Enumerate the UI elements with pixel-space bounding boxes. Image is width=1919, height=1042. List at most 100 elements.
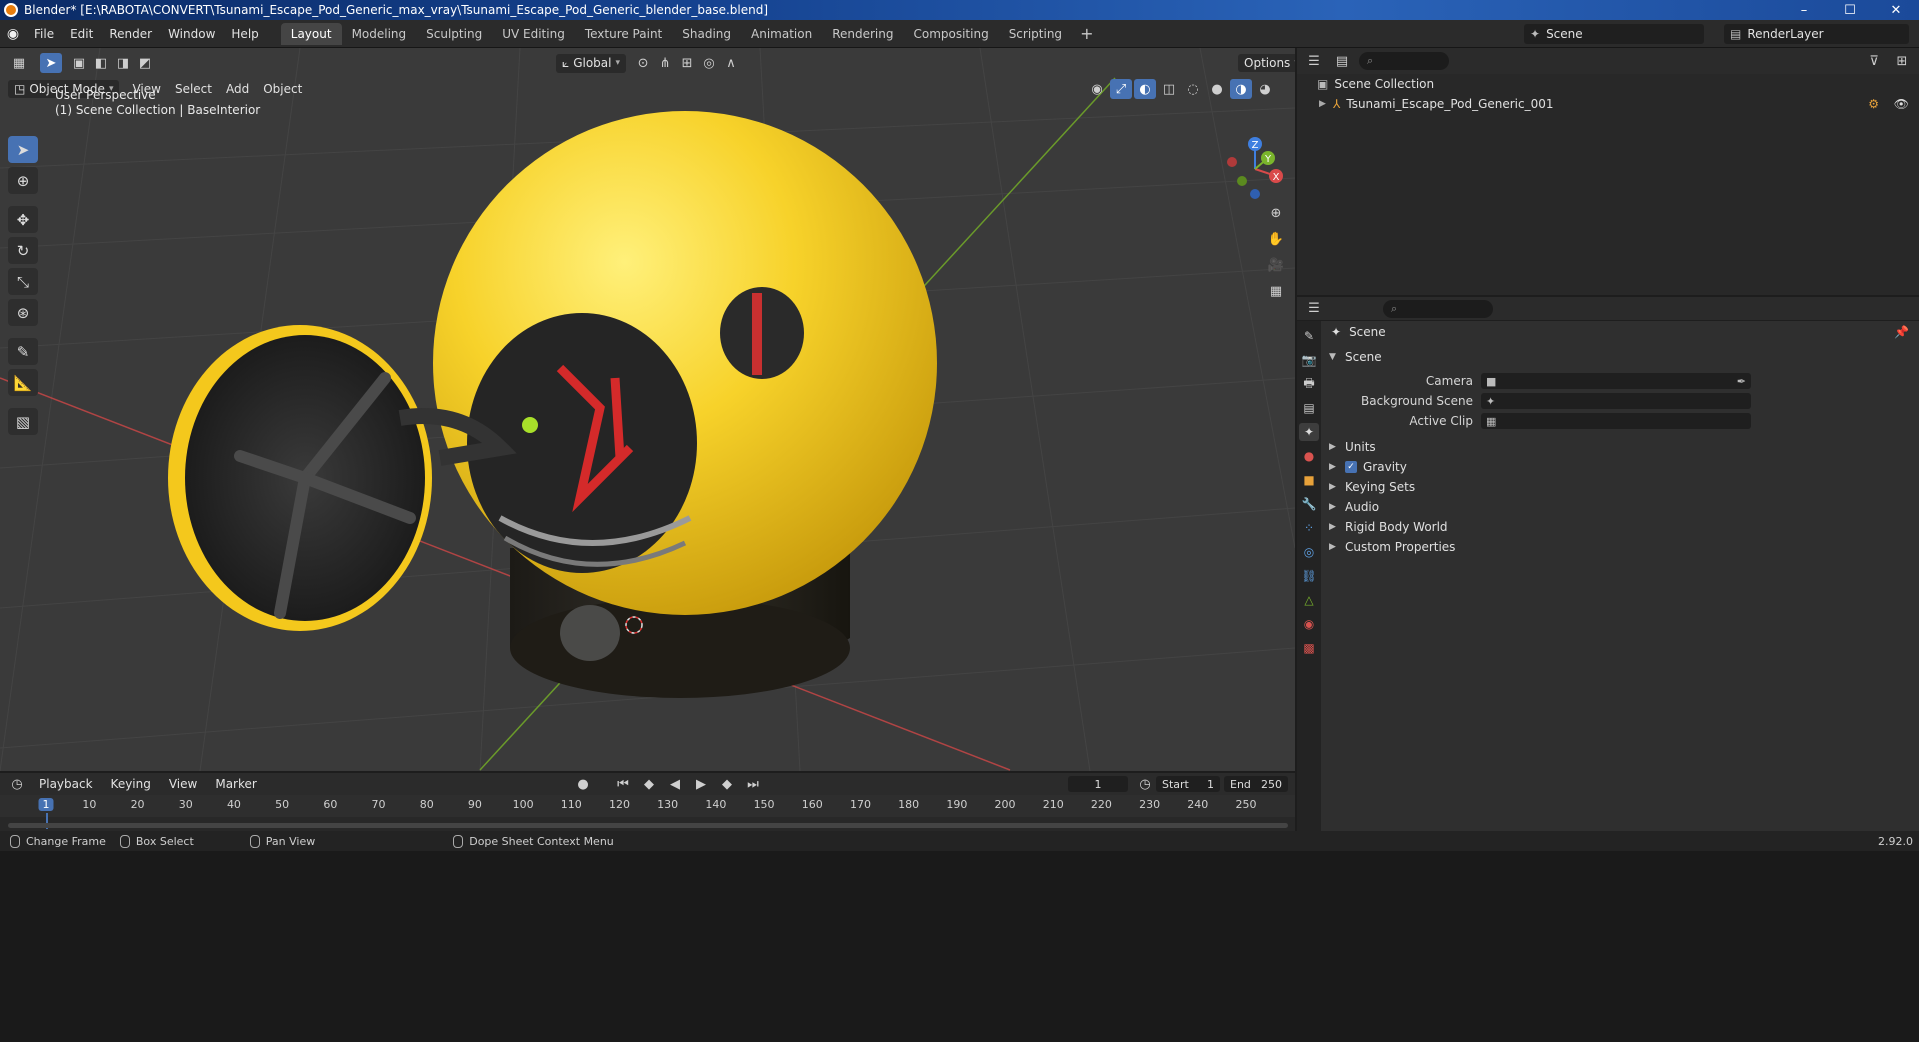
- tool-tab-icon[interactable]: ✎: [1299, 327, 1319, 345]
- camera-view-icon[interactable]: 🎥: [1264, 254, 1288, 276]
- background-scene-field[interactable]: ✦: [1481, 393, 1751, 409]
- tab-sculpting[interactable]: Sculpting: [416, 23, 492, 45]
- move-tool-icon[interactable]: ✥: [8, 206, 38, 233]
- visibility-eye-icon[interactable]: 👁: [1894, 97, 1909, 111]
- scale-tool-icon[interactable]: ⤡: [8, 268, 38, 295]
- proportional-edit-icon[interactable]: ◎: [698, 53, 720, 73]
- gizmo-toggle-icon[interactable]: ⤢: [1110, 79, 1132, 99]
- tab-modeling[interactable]: Modeling: [342, 23, 417, 45]
- scene-selector[interactable]: ✦ Scene: [1524, 24, 1704, 44]
- menu-file[interactable]: File: [26, 27, 62, 41]
- select-box-icon[interactable]: ▣: [68, 53, 90, 73]
- panel-custom-properties[interactable]: ▶ Custom Properties: [1321, 537, 1919, 557]
- modifier-tab-icon[interactable]: 🔧: [1299, 495, 1319, 513]
- tab-uv-editing[interactable]: UV Editing: [492, 23, 575, 45]
- view-layer-selector[interactable]: ▤ RenderLayer: [1724, 24, 1909, 44]
- texture-tab-icon[interactable]: ▩: [1299, 639, 1319, 657]
- panel-rigid-body-world[interactable]: ▶ Rigid Body World: [1321, 517, 1919, 537]
- select-box-tool-icon[interactable]: ➤: [8, 136, 38, 163]
- play-icon[interactable]: ▶: [690, 774, 712, 794]
- neg-x-axis-handle[interactable]: [1227, 157, 1237, 167]
- menu-render[interactable]: Render: [101, 27, 160, 41]
- preview-range-icon[interactable]: ◷: [1134, 774, 1156, 794]
- outliner-search-input[interactable]: ⌕: [1359, 52, 1449, 70]
- panel-scene-header[interactable]: ▼ Scene: [1321, 347, 1919, 367]
- start-frame-field[interactable]: Start 1: [1156, 776, 1220, 792]
- material-shading-icon[interactable]: ◑: [1230, 79, 1252, 99]
- new-collection-icon[interactable]: ⊞: [1891, 51, 1913, 71]
- particles-tab-icon[interactable]: ⁘: [1299, 519, 1319, 537]
- play-reverse-icon[interactable]: ◀: [664, 774, 686, 794]
- constraints-tab-icon[interactable]: ⛓: [1299, 567, 1319, 585]
- zoom-icon[interactable]: ⊕: [1264, 202, 1288, 224]
- data-tab-icon[interactable]: △: [1299, 591, 1319, 609]
- expand-triangle-icon[interactable]: ▶: [1319, 99, 1333, 109]
- timeline-menu-marker[interactable]: Marker: [208, 777, 263, 791]
- properties-search-input[interactable]: ⌕: [1383, 299, 1493, 318]
- annotate-tool-icon[interactable]: ✎: [8, 338, 38, 365]
- outliner-row-scene-collection[interactable]: ▣ Scene Collection: [1297, 74, 1919, 94]
- timeline-scrollbar[interactable]: [8, 823, 1288, 828]
- gravity-checkbox[interactable]: ✓: [1345, 461, 1357, 473]
- editor-type-icon[interactable]: ▦: [8, 53, 30, 73]
- outliner-editor-type-icon[interactable]: ☰: [1303, 51, 1325, 71]
- tab-rendering[interactable]: Rendering: [822, 23, 903, 45]
- overlay-toggle-icon[interactable]: ◐: [1134, 79, 1156, 99]
- object-tab-icon[interactable]: ■: [1299, 471, 1319, 489]
- minimize-button[interactable]: –: [1781, 0, 1827, 20]
- select-extend-icon[interactable]: ◧: [90, 53, 112, 73]
- properties-editor-type-icon[interactable]: ☰: [1303, 299, 1325, 319]
- close-button[interactable]: ✕: [1873, 0, 1919, 20]
- rotate-tool-icon[interactable]: ↻: [8, 237, 38, 264]
- tab-shading[interactable]: Shading: [672, 23, 741, 45]
- display-mode-icon[interactable]: ▤: [1331, 51, 1353, 71]
- add-cube-tool-icon[interactable]: ▧: [8, 408, 38, 435]
- measure-tool-icon[interactable]: 📐: [8, 369, 38, 396]
- panel-keying-sets[interactable]: ▶ Keying Sets: [1321, 477, 1919, 497]
- menu-edit[interactable]: Edit: [62, 27, 101, 41]
- select-subtract-icon[interactable]: ◨: [112, 53, 134, 73]
- snap-icon[interactable]: ⋔: [654, 53, 676, 73]
- neg-y-axis-handle[interactable]: [1237, 176, 1247, 186]
- scene-tab-icon[interactable]: ✦: [1299, 423, 1319, 441]
- world-tab-icon[interactable]: ●: [1299, 447, 1319, 465]
- tab-layout[interactable]: Layout: [280, 22, 342, 45]
- eyedropper-icon[interactable]: ✒: [1737, 375, 1746, 388]
- end-frame-field[interactable]: End 250: [1224, 776, 1288, 792]
- select-invert-icon[interactable]: ◩: [134, 53, 156, 73]
- physics-tab-icon[interactable]: ◎: [1299, 543, 1319, 561]
- pivot-point-icon[interactable]: ⊙: [632, 53, 654, 73]
- tab-texture-paint[interactable]: Texture Paint: [575, 23, 672, 45]
- add-workspace-button[interactable]: +: [1072, 24, 1101, 43]
- transform-orientation-dropdown[interactable]: ⟀ Global ▾: [556, 53, 627, 73]
- 3d-viewport[interactable]: ▦ ➤ ▣ ◧ ◨ ◩ ⟀ Global ▾ ⊙ ⋔ ⊞ ◎ ∧ Options…: [0, 48, 1295, 771]
- pin-icon[interactable]: 📌: [1894, 325, 1909, 339]
- view-layer-tab-icon[interactable]: ▤: [1299, 399, 1319, 417]
- tab-compositing[interactable]: Compositing: [903, 23, 998, 45]
- viewport-menu-object[interactable]: Object: [256, 82, 309, 96]
- timeline-editor-type-icon[interactable]: ◷: [6, 774, 28, 794]
- outliner-row-object[interactable]: ▶ ⅄ Tsunami_Escape_Pod_Generic_001 ⚙ 👁: [1297, 94, 1919, 114]
- rendered-shading-icon[interactable]: ◕: [1254, 79, 1276, 99]
- pan-hand-icon[interactable]: ✋: [1264, 228, 1288, 250]
- prev-keyframe-icon[interactable]: ◆: [638, 774, 660, 794]
- xray-icon[interactable]: ◫: [1158, 79, 1180, 99]
- panel-audio[interactable]: ▶ Audio: [1321, 497, 1919, 517]
- transform-tool-icon[interactable]: ⊛: [8, 299, 38, 326]
- neg-z-axis-handle[interactable]: [1250, 189, 1260, 199]
- ortho-toggle-icon[interactable]: ▦: [1264, 280, 1288, 302]
- falloff-icon[interactable]: ∧: [720, 53, 742, 73]
- render-tab-icon[interactable]: 📷: [1299, 351, 1319, 369]
- next-keyframe-icon[interactable]: ◆: [716, 774, 738, 794]
- jump-start-icon[interactable]: ⏮: [612, 774, 634, 794]
- wireframe-shading-icon[interactable]: ◌: [1182, 79, 1204, 99]
- navigation-gizmo[interactable]: Z X Y: [1222, 136, 1288, 202]
- visibility-icon[interactable]: ◉: [1086, 79, 1108, 99]
- panel-gravity[interactable]: ▶ ✓ Gravity: [1321, 457, 1919, 477]
- jump-end-icon[interactable]: ⏭: [742, 774, 764, 794]
- current-frame-field[interactable]: 1: [1068, 776, 1128, 792]
- maximize-button[interactable]: ☐: [1827, 0, 1873, 20]
- blender-menu-icon[interactable]: ◉: [0, 21, 26, 47]
- timeline-menu-view[interactable]: View: [162, 777, 204, 791]
- menu-help[interactable]: Help: [223, 27, 266, 41]
